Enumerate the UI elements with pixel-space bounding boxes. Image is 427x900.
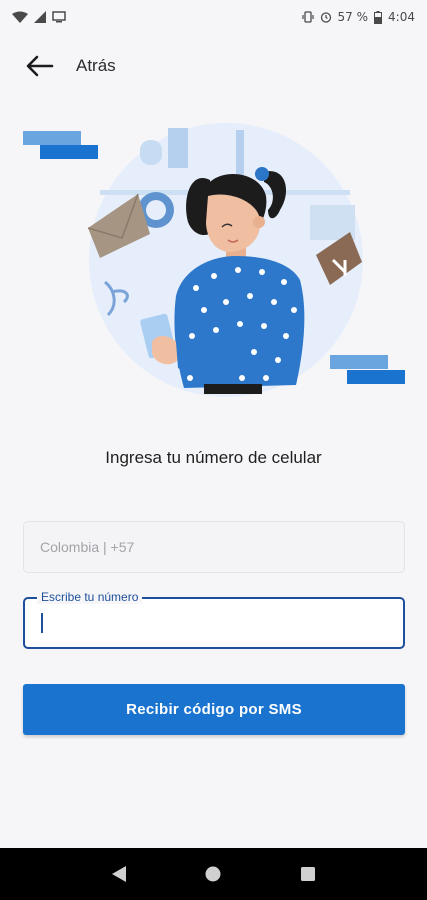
send-sms-code-button[interactable]: Recibir código por SMS <box>23 684 405 735</box>
phone-number-label: Escribe tu número <box>37 590 143 604</box>
nav-home-button[interactable] <box>198 859 228 889</box>
phone-number-input[interactable] <box>37 611 391 637</box>
back-button[interactable] <box>22 48 58 84</box>
phone-user-illustration <box>23 123 405 397</box>
phone-number-field[interactable]: Escribe tu número <box>23 590 405 649</box>
nav-back-button[interactable] <box>104 859 134 889</box>
vibrate-icon <box>301 11 314 23</box>
home-circle-icon <box>205 866 221 882</box>
deco-bars-right <box>330 355 405 384</box>
signal-icon <box>34 11 46 23</box>
country-code-field[interactable]: Colombia | +57 <box>23 521 405 573</box>
battery-icon <box>374 10 383 24</box>
deco-bars-left <box>23 131 98 159</box>
screen-cast-icon <box>52 11 66 23</box>
status-bar: 57 % 4:04 <box>0 0 427 34</box>
recents-square-icon <box>300 867 315 881</box>
status-bar-left <box>12 11 66 23</box>
header: Atrás <box>0 44 427 88</box>
alarm-icon <box>320 12 331 23</box>
back-label[interactable]: Atrás <box>76 56 116 76</box>
clock: 4:04 <box>388 10 415 24</box>
battery-percent: 57 % <box>337 10 369 24</box>
wifi-icon <box>12 11 28 23</box>
system-nav-bar <box>0 848 427 900</box>
page-title: Ingresa tu número de celular <box>105 448 322 467</box>
back-triangle-icon <box>112 866 127 882</box>
status-bar-right: 57 % 4:04 <box>301 10 415 24</box>
arrow-left-icon <box>26 55 54 77</box>
country-code-value: Colombia | +57 <box>40 539 135 555</box>
nav-recents-button[interactable] <box>293 859 323 889</box>
